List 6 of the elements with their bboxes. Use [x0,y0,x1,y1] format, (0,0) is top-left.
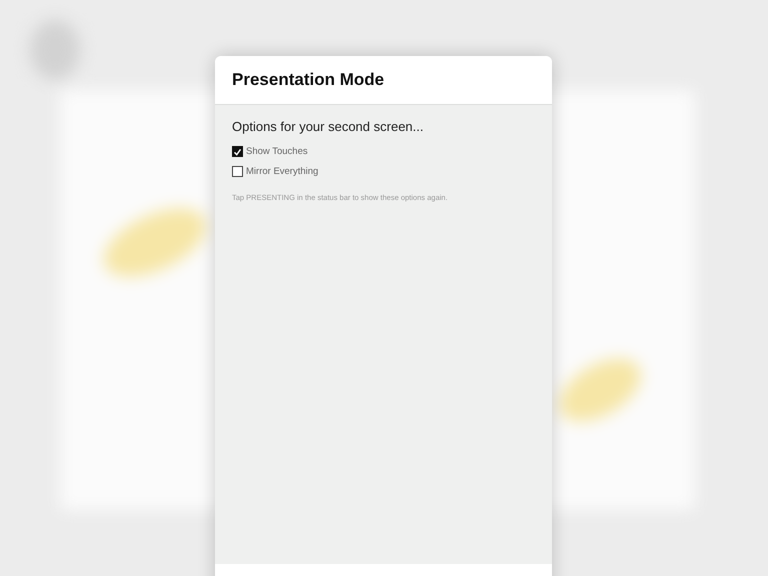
checkbox-option[interactable]: Show Touches [232,146,308,157]
section-heading: Options for your second screen... [232,119,424,134]
checkbox[interactable] [232,146,243,157]
checkbox[interactable] [232,166,243,177]
dialog-title: Presentation Mode [232,70,384,90]
checkbox-option[interactable]: Mirror Everything [232,166,318,177]
